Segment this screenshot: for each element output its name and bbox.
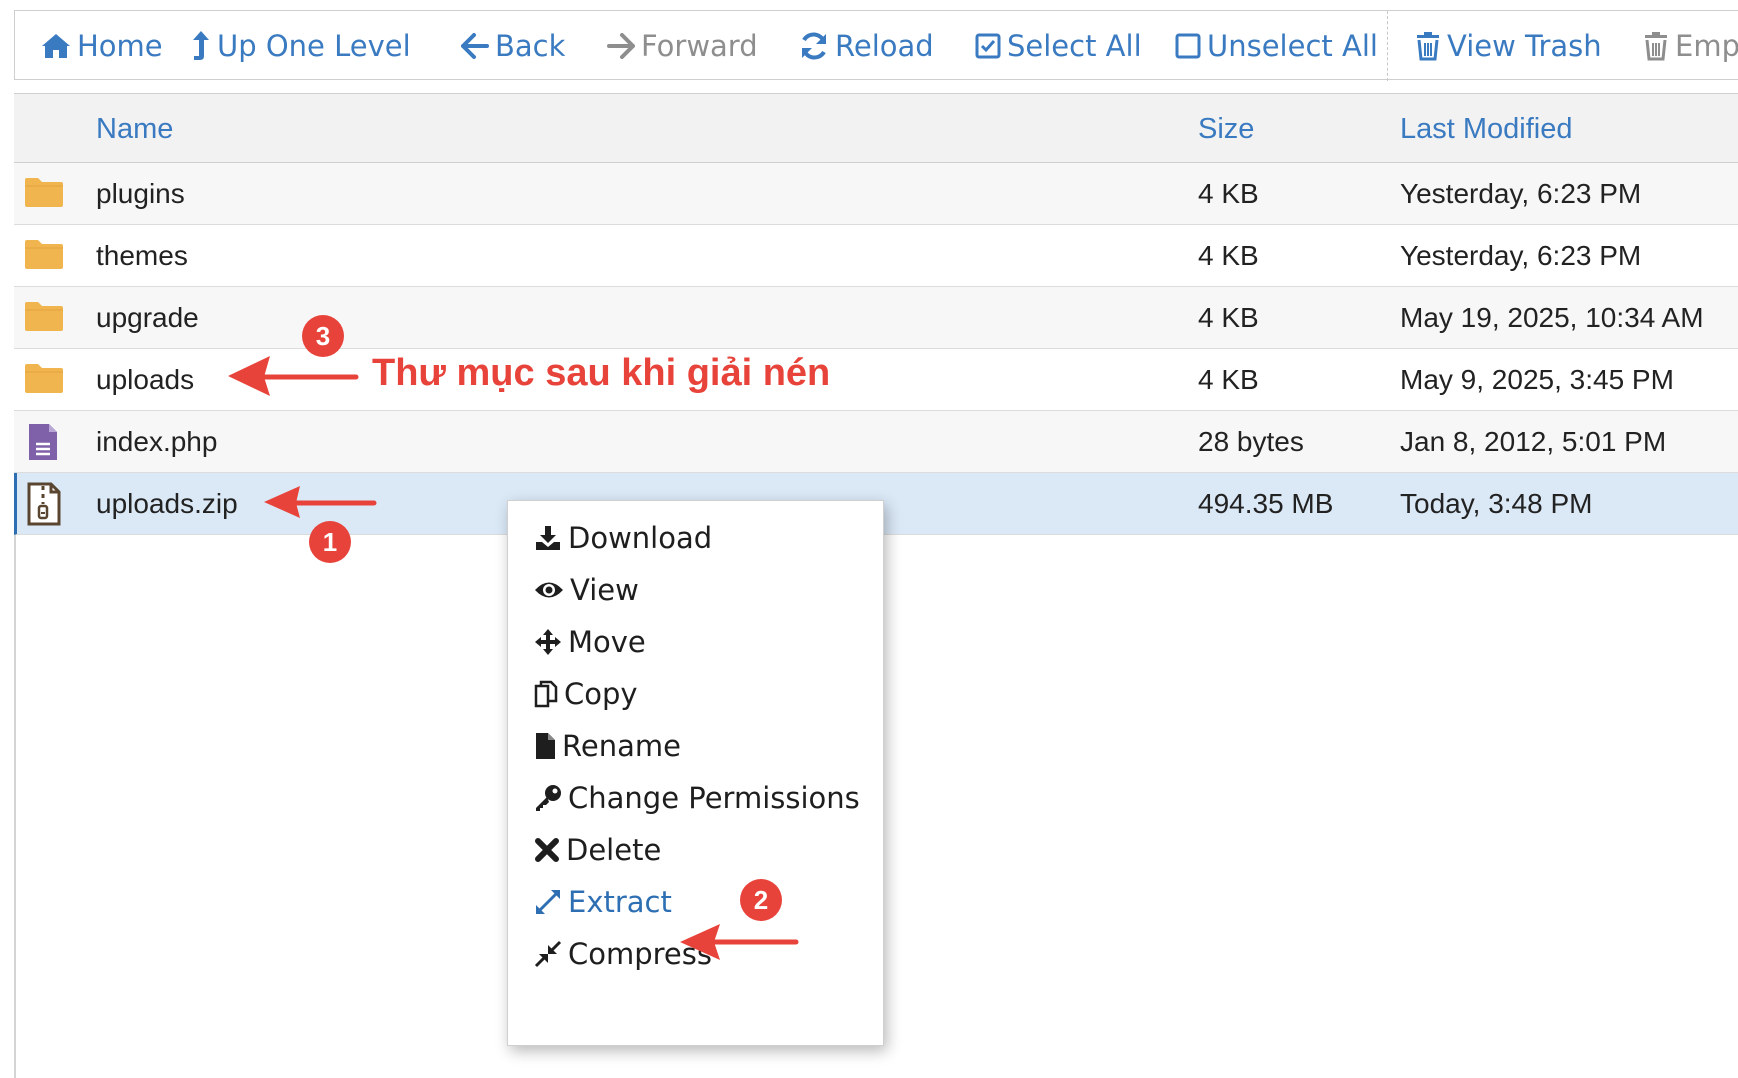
menu-item-compress[interactable]: Compress	[534, 929, 712, 979]
file-name[interactable]: themes	[96, 225, 188, 287]
file-icon	[536, 733, 555, 759]
reload-button[interactable]: Reload	[799, 11, 934, 81]
menu-item-move[interactable]: Move	[534, 617, 646, 667]
menu-item-label: Download	[568, 521, 713, 555]
up-one-level-button[interactable]: Up One Level	[191, 11, 411, 81]
step-badge-3: 3	[302, 315, 344, 357]
home-label: Home	[77, 29, 163, 63]
menu-item-label: Copy	[564, 677, 638, 711]
compress-icon	[534, 940, 562, 968]
menu-item-copy[interactable]: Copy	[534, 669, 638, 719]
table-row[interactable]: upgrade 4 KB May 19, 2025, 10:34 AM	[14, 287, 1738, 349]
column-header-last-modified[interactable]: Last Modified	[1400, 94, 1573, 164]
menu-item-label: Extract	[568, 885, 672, 919]
empty-trash-button[interactable]: Empt	[1643, 11, 1738, 81]
back-button[interactable]: Back	[461, 11, 565, 81]
level-up-icon	[193, 31, 209, 60]
file-name[interactable]: uploads	[96, 349, 194, 411]
column-header-size[interactable]: Size	[1198, 94, 1254, 164]
folder-icon	[24, 176, 64, 212]
table-header: Name Size Last Modified	[14, 93, 1738, 163]
file-size: 4 KB	[1198, 240, 1259, 271]
checkbox-empty-icon	[1175, 33, 1201, 59]
toolbar-separator	[1387, 11, 1388, 81]
view-trash-label: View Trash	[1447, 29, 1602, 63]
file-modified: May 9, 2025, 3:45 PM	[1400, 364, 1674, 395]
file-size: 4 KB	[1198, 178, 1259, 209]
file-size: 4 KB	[1198, 364, 1259, 395]
column-header-name[interactable]: Name	[96, 94, 173, 164]
menu-item-delete[interactable]: Delete	[534, 825, 661, 875]
file-modified: Yesterday, 6:23 PM	[1400, 178, 1642, 209]
menu-item-label: Change Permissions	[568, 781, 860, 815]
menu-item-extract[interactable]: Extract	[534, 877, 672, 927]
table-row[interactable]: index.php 28 bytes Jan 8, 2012, 5:01 PM	[14, 411, 1738, 473]
view-trash-button[interactable]: View Trash	[1415, 11, 1602, 81]
unselect-all-button[interactable]: Unselect All	[1175, 11, 1378, 81]
forward-button[interactable]: Forward	[607, 11, 758, 81]
file-name[interactable]: uploads.zip	[96, 473, 238, 535]
empty-trash-label: Empt	[1675, 29, 1738, 63]
up-one-level-label: Up One Level	[217, 29, 411, 63]
trash-icon	[1417, 32, 1439, 61]
annotation-note: Thư mục sau khi giải nén	[372, 352, 831, 394]
eye-icon	[535, 582, 563, 598]
table-row[interactable]: plugins 4 KB Yesterday, 6:23 PM	[14, 163, 1738, 225]
unselect-all-label: Unselect All	[1207, 29, 1378, 63]
menu-item-change-permissions[interactable]: Change Permissions	[534, 773, 860, 823]
file-name[interactable]: plugins	[96, 163, 185, 225]
back-label: Back	[495, 29, 566, 63]
file-modified: Today, 3:48 PM	[1400, 488, 1593, 519]
menu-item-label: Delete	[566, 833, 662, 867]
select-all-button[interactable]: Select All	[975, 11, 1142, 81]
file-size: 494.35 MB	[1198, 488, 1334, 519]
folder-icon	[24, 362, 64, 398]
context-menu: Download View Move Copy Rename Change Pe…	[507, 500, 884, 1046]
menu-item-rename[interactable]: Rename	[534, 721, 681, 771]
file-size: 4 KB	[1198, 302, 1259, 333]
zip-file-icon	[27, 482, 61, 526]
step-badge-2: 2	[740, 879, 782, 921]
key-icon	[536, 785, 561, 811]
menu-item-label: View	[570, 573, 639, 607]
file-modified: Yesterday, 6:23 PM	[1400, 240, 1642, 271]
home-icon	[42, 34, 70, 58]
table-row[interactable]: uploads 4 KB May 9, 2025, 3:45 PM	[14, 349, 1738, 411]
file-size: 28 bytes	[1198, 426, 1304, 457]
expand-icon	[536, 890, 560, 914]
folder-icon	[24, 300, 64, 336]
close-icon	[535, 838, 559, 862]
forward-label: Forward	[641, 29, 758, 63]
table-row[interactable]: themes 4 KB Yesterday, 6:23 PM	[14, 225, 1738, 287]
refresh-icon	[802, 32, 826, 60]
step-badge-1: 1	[309, 521, 351, 563]
folder-icon	[24, 238, 64, 274]
select-all-label: Select All	[1007, 29, 1142, 63]
arrow-right-icon	[607, 33, 635, 59]
menu-item-label: Compress	[568, 937, 712, 971]
menu-item-download[interactable]: Download	[534, 513, 712, 563]
menu-item-label: Rename	[562, 729, 681, 763]
trash-icon	[1645, 32, 1667, 61]
menu-item-label: Move	[568, 625, 646, 659]
file-modified: Jan 8, 2012, 5:01 PM	[1400, 426, 1667, 457]
menu-item-view[interactable]: View	[534, 565, 639, 615]
copy-icon	[534, 680, 558, 708]
text-file-icon	[27, 422, 59, 460]
home-button[interactable]: Home	[41, 11, 163, 81]
reload-label: Reload	[835, 29, 934, 63]
file-name[interactable]: index.php	[96, 411, 217, 473]
toolbar: Home Up One Level Back Forward Reload Se…	[14, 10, 1738, 81]
checkbox-checked-icon	[975, 33, 1001, 59]
file-table: Name Size Last Modified plugins 4 KB Yes…	[14, 93, 1738, 535]
arrow-left-icon	[461, 33, 489, 59]
file-modified: May 19, 2025, 10:34 AM	[1400, 302, 1704, 333]
download-icon	[536, 526, 560, 550]
move-arrows-icon	[535, 629, 561, 655]
file-name[interactable]: upgrade	[96, 287, 199, 349]
